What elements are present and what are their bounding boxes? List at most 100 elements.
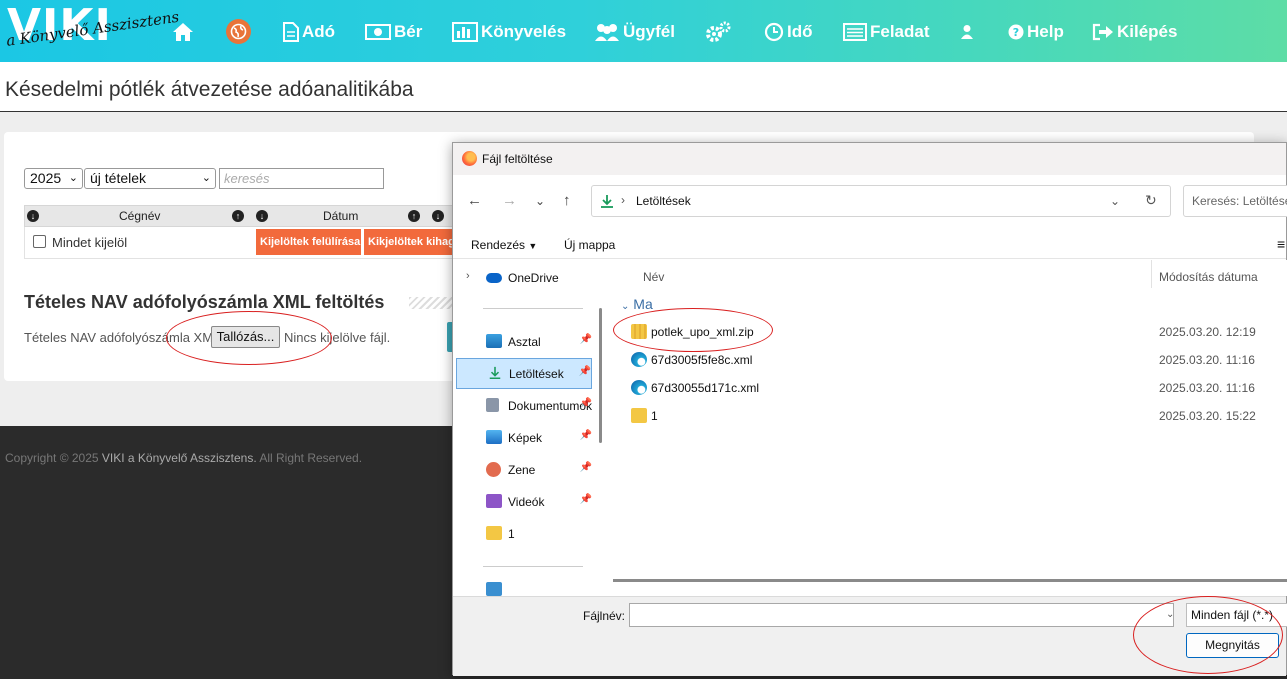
globe-button[interactable] bbox=[226, 19, 251, 44]
skip-selected-button[interactable]: Kikjelöltek kihagyása bbox=[364, 229, 464, 255]
file-list-scrollbar[interactable] bbox=[613, 579, 1287, 582]
nav-help-label: Help bbox=[1027, 22, 1064, 41]
pin-icon: 📌 bbox=[579, 334, 592, 345]
pin-icon: 📌 bbox=[579, 398, 592, 409]
file-row[interactable]: 67d30055d171c.xml 2025.03.20. 11:16 bbox=[621, 374, 1286, 402]
nav-zene[interactable]: Zene 📌 bbox=[456, 455, 592, 484]
help-icon: ? bbox=[1008, 24, 1024, 40]
nav-asztal-label: Asztal bbox=[508, 335, 541, 349]
profile-button[interactable] bbox=[960, 18, 974, 46]
nav-dokumentumok[interactable]: Dokumentumok 📌 bbox=[456, 391, 592, 420]
year-select[interactable]: 2025 ⌄ bbox=[24, 168, 83, 189]
search-input[interactable]: keresés bbox=[219, 168, 384, 189]
nav-ber[interactable]: Bér bbox=[365, 18, 422, 46]
file-row[interactable]: 1 2025.03.20. 15:22 bbox=[621, 402, 1286, 430]
dialog-search-placeholder: Keresés: Letöltések bbox=[1192, 194, 1287, 208]
file-date: 2025.03.20. 12:19 bbox=[1159, 325, 1256, 339]
filename-input[interactable] bbox=[629, 603, 1174, 627]
navbar: VIKI a Könyvelő Asszisztens Adó Bér Köny… bbox=[0, 0, 1287, 62]
column-cegnev[interactable]: Cégnév bbox=[119, 209, 160, 223]
nav-feladat-label: Feladat bbox=[870, 22, 930, 41]
nav-folder-1[interactable]: 1 bbox=[456, 519, 592, 548]
select-all-checkbox[interactable] bbox=[33, 235, 46, 248]
nav-konyveles[interactable]: Könyvelés bbox=[452, 18, 566, 46]
grid-header: ↓ Cégnév ↑ ↓ Dátum ↑ ↓ bbox=[24, 205, 464, 227]
type-select-value: új tételek bbox=[90, 170, 147, 186]
nav-letoltesek[interactable]: Letöltések 📌 bbox=[456, 358, 592, 389]
home-button[interactable] bbox=[172, 18, 194, 46]
edge-icon bbox=[631, 352, 647, 367]
file-name: 1 bbox=[651, 409, 658, 423]
music-icon bbox=[486, 462, 501, 477]
chevron-down-icon: ⌄ bbox=[68, 172, 78, 184]
address-dropdown-icon[interactable]: ⌄ bbox=[1110, 194, 1120, 208]
image-icon bbox=[486, 430, 502, 444]
column-separator bbox=[1151, 260, 1152, 288]
view-options-icon[interactable]: ≡ bbox=[1277, 236, 1285, 252]
nav-ido-label: Idő bbox=[787, 22, 813, 41]
back-arrow-icon[interactable]: ← bbox=[467, 192, 482, 209]
money-icon bbox=[365, 24, 391, 40]
nav-ado[interactable]: Adó bbox=[283, 18, 335, 46]
app: VIKI a Könyvelő Asszisztens Adó Bér Köny… bbox=[0, 0, 1287, 679]
copyright-rights: All Right Reserved. bbox=[259, 451, 363, 465]
drive-icon bbox=[486, 582, 502, 596]
command-bar: Rendezés ▼ Új mappa ≡ bbox=[453, 231, 1286, 259]
file-date: 2025.03.20. 15:22 bbox=[1159, 409, 1256, 423]
caret-down-icon: ▼ bbox=[528, 241, 538, 251]
nav-scrollbar[interactable] bbox=[599, 308, 602, 443]
new-folder-button[interactable]: Új mappa bbox=[564, 238, 615, 252]
globe-icon bbox=[230, 23, 247, 40]
logout-icon bbox=[1092, 23, 1113, 41]
sort-down-icon[interactable]: ↓ bbox=[432, 210, 444, 222]
settings-button[interactable] bbox=[704, 18, 732, 46]
address-bar[interactable]: › Letöltések ⌄ ↻ bbox=[591, 185, 1171, 217]
viki-logo[interactable]: VIKI a Könyvelő Asszisztens bbox=[5, 2, 180, 62]
nav-kepek[interactable]: Képek 📌 bbox=[456, 423, 592, 452]
nav-ber-label: Bér bbox=[394, 22, 423, 41]
sort-down-icon[interactable]: ↓ bbox=[27, 210, 39, 222]
breadcrumb-chevron-icon: › bbox=[621, 193, 625, 207]
nav-onedrive[interactable]: › OneDrive bbox=[456, 263, 592, 292]
home-icon bbox=[173, 23, 193, 41]
gears-icon bbox=[706, 21, 731, 42]
column-modified[interactable]: Módosítás dátuma bbox=[1159, 270, 1258, 284]
up-arrow-icon[interactable]: ↑ bbox=[563, 192, 571, 209]
sort-up-icon[interactable]: ↑ bbox=[408, 210, 420, 222]
sort-down-icon[interactable]: ↓ bbox=[256, 210, 268, 222]
nav-letoltesek-label: Letöltések bbox=[509, 367, 564, 381]
forward-arrow-icon[interactable]: → bbox=[502, 192, 517, 209]
annotation-ellipse bbox=[613, 308, 773, 352]
nav-help[interactable]: ? Help bbox=[1008, 18, 1064, 46]
nav-konyveles-label: Könyvelés bbox=[481, 22, 567, 41]
video-icon bbox=[486, 494, 502, 508]
group-header-label: Ma bbox=[633, 296, 653, 312]
nav-ugyfel[interactable]: Ügyfél bbox=[594, 18, 675, 46]
nav-videok[interactable]: Videók 📌 bbox=[456, 487, 592, 516]
copyright-company[interactable]: VIKI a Könyvelő Asszisztens. bbox=[102, 451, 257, 465]
file-upload-dialog: Fájl feltöltése ← → ⌄ ↑ › Letöltések ⌄ ↻… bbox=[452, 142, 1287, 676]
column-name[interactable]: Név bbox=[643, 270, 664, 284]
recent-chevron-icon[interactable]: ⌄ bbox=[535, 194, 545, 208]
type-select[interactable]: új tételek ⌄ bbox=[84, 168, 216, 189]
nav-ido[interactable]: Idő bbox=[764, 18, 813, 46]
file-date: 2025.03.20. 11:16 bbox=[1159, 353, 1255, 367]
organize-button[interactable]: Rendezés ▼ bbox=[471, 238, 537, 252]
refresh-icon[interactable]: ↻ bbox=[1145, 192, 1157, 209]
dialog-search-input[interactable]: Keresés: Letöltések bbox=[1183, 185, 1287, 217]
navigation-pane: › OneDrive Asztal 📌 Letöltések 📌 Dokumen… bbox=[453, 260, 607, 596]
overwrite-selected-button[interactable]: Kijelöltek felülírása bbox=[256, 229, 361, 255]
expand-chevron-icon[interactable]: › bbox=[466, 270, 470, 282]
nav-asztal[interactable]: Asztal 📌 bbox=[456, 327, 592, 356]
nav-feladat[interactable]: Feladat bbox=[843, 18, 930, 46]
column-datum[interactable]: Dátum bbox=[323, 209, 358, 223]
download-icon bbox=[601, 195, 613, 208]
nav-folder-1-label: 1 bbox=[508, 527, 515, 541]
group-header[interactable]: ⌄ Ma bbox=[621, 296, 653, 312]
nav-kilepes-label: Kilépés bbox=[1117, 22, 1178, 41]
nav-videok-label: Videók bbox=[508, 495, 545, 509]
nav-partial-item[interactable] bbox=[456, 575, 592, 596]
annotation-ellipse bbox=[166, 311, 332, 365]
nav-kilepes[interactable]: Kilépés bbox=[1092, 18, 1177, 46]
sort-up-icon[interactable]: ↑ bbox=[232, 210, 244, 222]
